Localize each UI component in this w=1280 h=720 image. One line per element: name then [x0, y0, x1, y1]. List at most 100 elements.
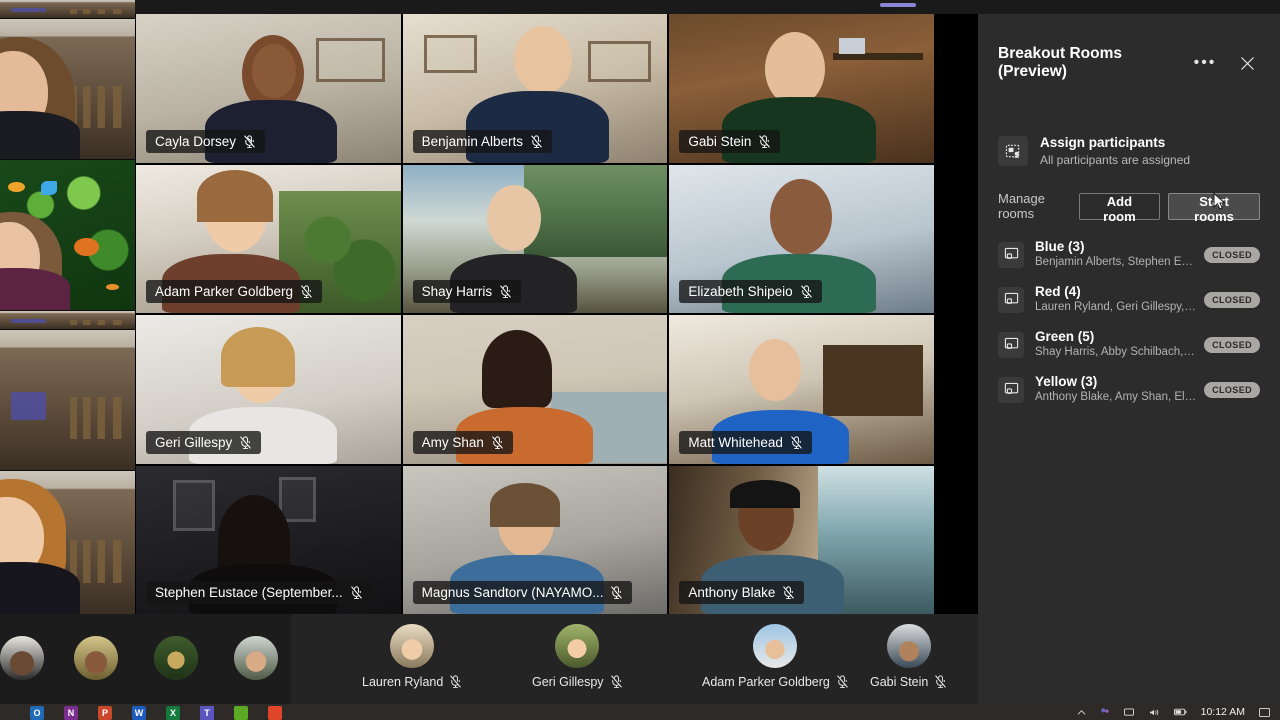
room-members: Lauren Ryland, Geri Gillespy, Bry...: [1035, 301, 1197, 313]
video-tile[interactable]: Gabi Stein: [669, 14, 934, 163]
list-item[interactable]: Gabi Stein: [870, 624, 947, 689]
video-tile[interactable]: Stephen Eustace (September...: [136, 465, 401, 614]
video-tile[interactable]: Magnus Sandtorv (NAYAMO...: [402, 465, 668, 614]
tile-name-label: Magnus Sandtorv (NAYAMO...: [412, 581, 633, 604]
avatar: [154, 636, 198, 680]
battery-icon[interactable]: [1173, 708, 1187, 716]
video-tile[interactable]: Adam Parker Goldberg: [136, 164, 401, 313]
video-tile[interactable]: Elizabeth Shipeio: [669, 164, 934, 313]
taskbar-clock[interactable]: 10:12 AM: [1201, 706, 1245, 718]
video-tile[interactable]: Benjamin Alberts: [402, 14, 668, 163]
room-list-item[interactable]: Yellow (3) Anthony Blake, Amy Shan, Eliz…: [978, 367, 1280, 412]
video-tile[interactable]: Shay Harris: [402, 164, 668, 313]
video-tile[interactable]: Anthony Blake: [669, 465, 934, 614]
red-app-icon[interactable]: [268, 706, 282, 720]
add-room-button[interactable]: Add room: [1078, 192, 1161, 224]
cropped-video-tile[interactable]: [0, 330, 135, 470]
video-tile[interactable]: Amy Shan: [402, 315, 668, 464]
list-item[interactable]: Lauren Ryland: [362, 624, 462, 689]
video-grid: Cayla Dorsey Benjamin Alberts Gabi Stein: [136, 14, 934, 614]
start-rooms-button[interactable]: Start rooms: [1168, 192, 1260, 224]
status-badge: CLOSED: [1204, 246, 1260, 263]
green-app-icon[interactable]: [234, 706, 248, 720]
outlook-icon[interactable]: O: [30, 706, 44, 720]
cropped-video-tile[interactable]: [0, 160, 135, 310]
mic-off-icon: [759, 134, 771, 148]
excel-icon[interactable]: X: [166, 706, 180, 720]
panel-header: Breakout Rooms (Preview) •••: [978, 45, 1280, 80]
avatar: [886, 624, 931, 668]
list-item[interactable]: [234, 636, 278, 680]
system-tray: 10:12 AM: [1077, 706, 1270, 718]
video-tile[interactable]: Cayla Dorsey: [136, 14, 401, 163]
tile-name-label: Cayla Dorsey: [146, 129, 266, 153]
tile-name-label: Stephen Eustace (September...: [146, 581, 372, 604]
cropped-video-tile[interactable]: [0, 311, 135, 329]
volume-icon[interactable]: [1149, 708, 1160, 717]
window-accent-pill: [880, 3, 916, 7]
filmstrip-left-group: [0, 614, 290, 704]
action-center-icon[interactable]: [1259, 707, 1270, 717]
status-badge: CLOSED: [1204, 336, 1260, 353]
cropped-video-tile[interactable]: [0, 0, 135, 18]
mic-off-icon: [492, 435, 503, 449]
mic-off-icon: [800, 285, 812, 298]
room-list-item[interactable]: Green (5) Shay Harris, Abby Schilbach, M…: [978, 322, 1280, 367]
video-tile[interactable]: Geri Gillespy: [136, 315, 401, 464]
rooms-list: Blue (3) Benjamin Alberts, Stephen Eusta…: [978, 232, 1280, 412]
tile-name-label: Anthony Blake: [679, 581, 805, 604]
tile-name-label: Benjamin Alberts: [412, 129, 552, 153]
teams-tray-icon[interactable]: [1100, 707, 1110, 717]
cropped-video-tile[interactable]: [0, 19, 135, 159]
windows-taskbar: O N P W X T 10:12 AM: [0, 704, 1280, 720]
word-icon[interactable]: W: [132, 706, 146, 720]
mic-off-icon: [791, 435, 802, 449]
tile-name-label: Elizabeth Shipeio: [679, 280, 822, 303]
room-list-item[interactable]: Blue (3) Benjamin Alberts, Stephen Eusta…: [978, 232, 1280, 277]
teams-icon[interactable]: T: [200, 706, 214, 720]
room-name: Red (4): [1035, 284, 1081, 299]
mic-off-icon: [610, 675, 622, 688]
tile-name-label: Adam Parker Goldberg: [146, 280, 323, 303]
tile-name-label: Geri Gillespy: [146, 430, 262, 454]
window-top-strip: [0, 0, 1280, 14]
filmstrip-name: Adam Parker Goldberg: [702, 674, 849, 689]
assign-participants-row[interactable]: Assign participants All participants are…: [998, 131, 1260, 171]
mic-off-icon: [450, 675, 462, 688]
breakout-rooms-panel: Breakout Rooms (Preview) ••• Assign part…: [978, 14, 1280, 704]
filmstrip-named-group: Lauren Ryland Geri Gillespy Adam Parker …: [292, 614, 978, 704]
onenote-icon[interactable]: N: [64, 706, 78, 720]
assign-participants-icon: [998, 136, 1028, 166]
network-icon[interactable]: [1123, 707, 1135, 717]
list-item[interactable]: [0, 636, 44, 680]
left-cropped-video-column: [0, 0, 135, 614]
avatar: [234, 636, 278, 680]
tile-name-label: Gabi Stein: [679, 129, 781, 153]
room-icon: [998, 286, 1024, 313]
participant-filmstrip: Lauren Ryland Geri Gillespy Adam Parker …: [0, 614, 978, 704]
list-item[interactable]: Geri Gillespy: [532, 624, 623, 689]
room-list-item[interactable]: Red (4) Lauren Ryland, Geri Gillespy, Br…: [978, 277, 1280, 322]
powerpoint-icon[interactable]: P: [98, 706, 112, 720]
room-icon: [998, 241, 1024, 268]
more-options-icon[interactable]: •••: [1192, 50, 1218, 76]
mic-off-icon: [240, 435, 252, 449]
room-name: Blue (3): [1035, 239, 1085, 254]
filmstrip-name: Geri Gillespy: [532, 674, 623, 689]
room-members: Anthony Blake, Amy Shan, Eliza...: [1035, 391, 1197, 403]
show-hidden-icons[interactable]: [1077, 708, 1086, 717]
list-item[interactable]: [154, 636, 198, 680]
manage-rooms-row: Manage rooms Add room Start rooms: [998, 191, 1260, 224]
tile-name-label: Amy Shan: [412, 430, 513, 454]
video-tile[interactable]: Matt Whitehead: [669, 315, 934, 464]
close-icon[interactable]: [1234, 50, 1260, 76]
mic-off-icon: [500, 285, 511, 298]
cropped-video-tile[interactable]: [0, 471, 135, 614]
list-item[interactable]: [74, 636, 118, 680]
assign-participants-subtitle: All participants are assigned: [1040, 152, 1191, 167]
room-icon: [998, 331, 1024, 358]
room-icon: [998, 376, 1024, 403]
list-item[interactable]: Adam Parker Goldberg: [702, 624, 849, 689]
mic-off-icon: [244, 134, 255, 148]
assign-participants-title: Assign participants: [1040, 134, 1166, 150]
